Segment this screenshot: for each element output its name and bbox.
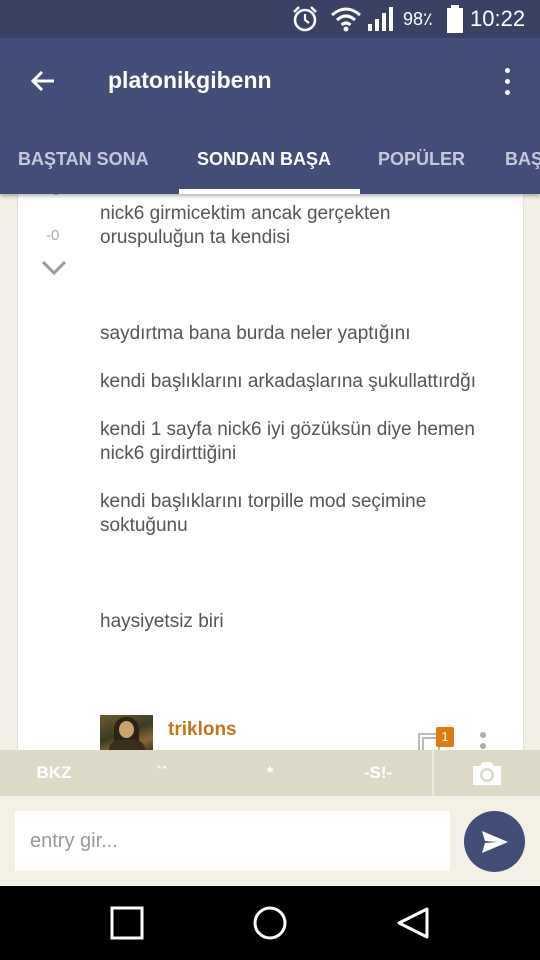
battery-percent: 98٪ xyxy=(403,8,433,29)
entry-paragraph: haysiyetsiz biri xyxy=(100,611,224,632)
avatar[interactable] xyxy=(100,715,153,754)
entry-paragraph: kendi başlıklarını torpille mod seçimine… xyxy=(100,491,427,536)
chevron-down-icon[interactable] xyxy=(40,256,68,278)
more-vert-icon[interactable] xyxy=(494,60,520,102)
page-title: platonikgibenn xyxy=(108,67,272,93)
arrow-left-icon xyxy=(30,70,54,92)
entry-more-icon[interactable] xyxy=(479,732,487,752)
comment-count-badge: 1 xyxy=(436,727,454,747)
tab-bar: BAŞTAN SONA SONDAN BAŞA POPÜLER BAŞ xyxy=(0,124,540,194)
system-nav-bar xyxy=(0,886,540,960)
spoiler-button[interactable]: -S!- xyxy=(324,750,432,796)
vote-up-count[interactable]: +0 xyxy=(43,194,60,199)
recent-apps-button[interactable] xyxy=(97,896,157,950)
home-button[interactable] xyxy=(240,896,300,950)
send-button[interactable] xyxy=(464,811,525,872)
status-bar: 98٪ 10:22 xyxy=(0,0,540,38)
wifi-icon xyxy=(330,0,362,38)
camera-icon xyxy=(473,762,501,785)
back-button[interactable] xyxy=(20,58,66,104)
tab-populer[interactable]: POPÜLER xyxy=(378,124,465,194)
author-name[interactable]: triklons xyxy=(168,719,237,741)
signal-icon xyxy=(367,0,397,38)
battery-icon xyxy=(446,0,464,38)
send-icon xyxy=(481,830,508,853)
entry-paragraph: kendi başlıklarını arkadaşlarına şukulla… xyxy=(100,371,476,392)
entry-paragraph: kendi 1 sayfa nick6 iyi gözüksün diye he… xyxy=(100,419,475,464)
entry-paragraph: saydırtma bana burda neler yaptığını xyxy=(100,323,411,344)
active-tab-indicator xyxy=(179,189,360,194)
tab-bas[interactable]: BAŞ xyxy=(505,124,540,194)
alarm-icon xyxy=(290,0,320,38)
system-back-button[interactable] xyxy=(383,896,443,950)
status-time: 10:22 xyxy=(470,6,526,31)
star-button[interactable]: * xyxy=(216,750,324,796)
entry-paragraph: nick6 girmicektim ancak gerçekten oruspu… xyxy=(100,203,391,248)
format-toolbar: BKZ `` * -S!- xyxy=(0,750,540,796)
bkz-button[interactable]: BKZ xyxy=(0,750,108,796)
triangle-back-icon xyxy=(397,907,429,939)
entry-text: nick6 girmicektim ancak gerçekten oruspu… xyxy=(100,202,500,634)
app-bar: platonikgibenn xyxy=(0,38,540,124)
tab-sondan-basa[interactable]: SONDAN BAŞA xyxy=(197,124,331,194)
entry-card: +0 -0 nick6 girmicektim ancak gerçekten … xyxy=(17,194,524,754)
tab-bastan-sona[interactable]: BAŞTAN SONA xyxy=(18,124,149,194)
vote-down-count[interactable]: -0 xyxy=(46,227,59,244)
circle-icon xyxy=(253,906,287,940)
input-area xyxy=(0,796,540,886)
quote-button[interactable]: `` xyxy=(108,750,216,796)
entry-input[interactable] xyxy=(15,811,450,871)
camera-button[interactable] xyxy=(434,750,540,796)
square-icon xyxy=(110,906,144,940)
